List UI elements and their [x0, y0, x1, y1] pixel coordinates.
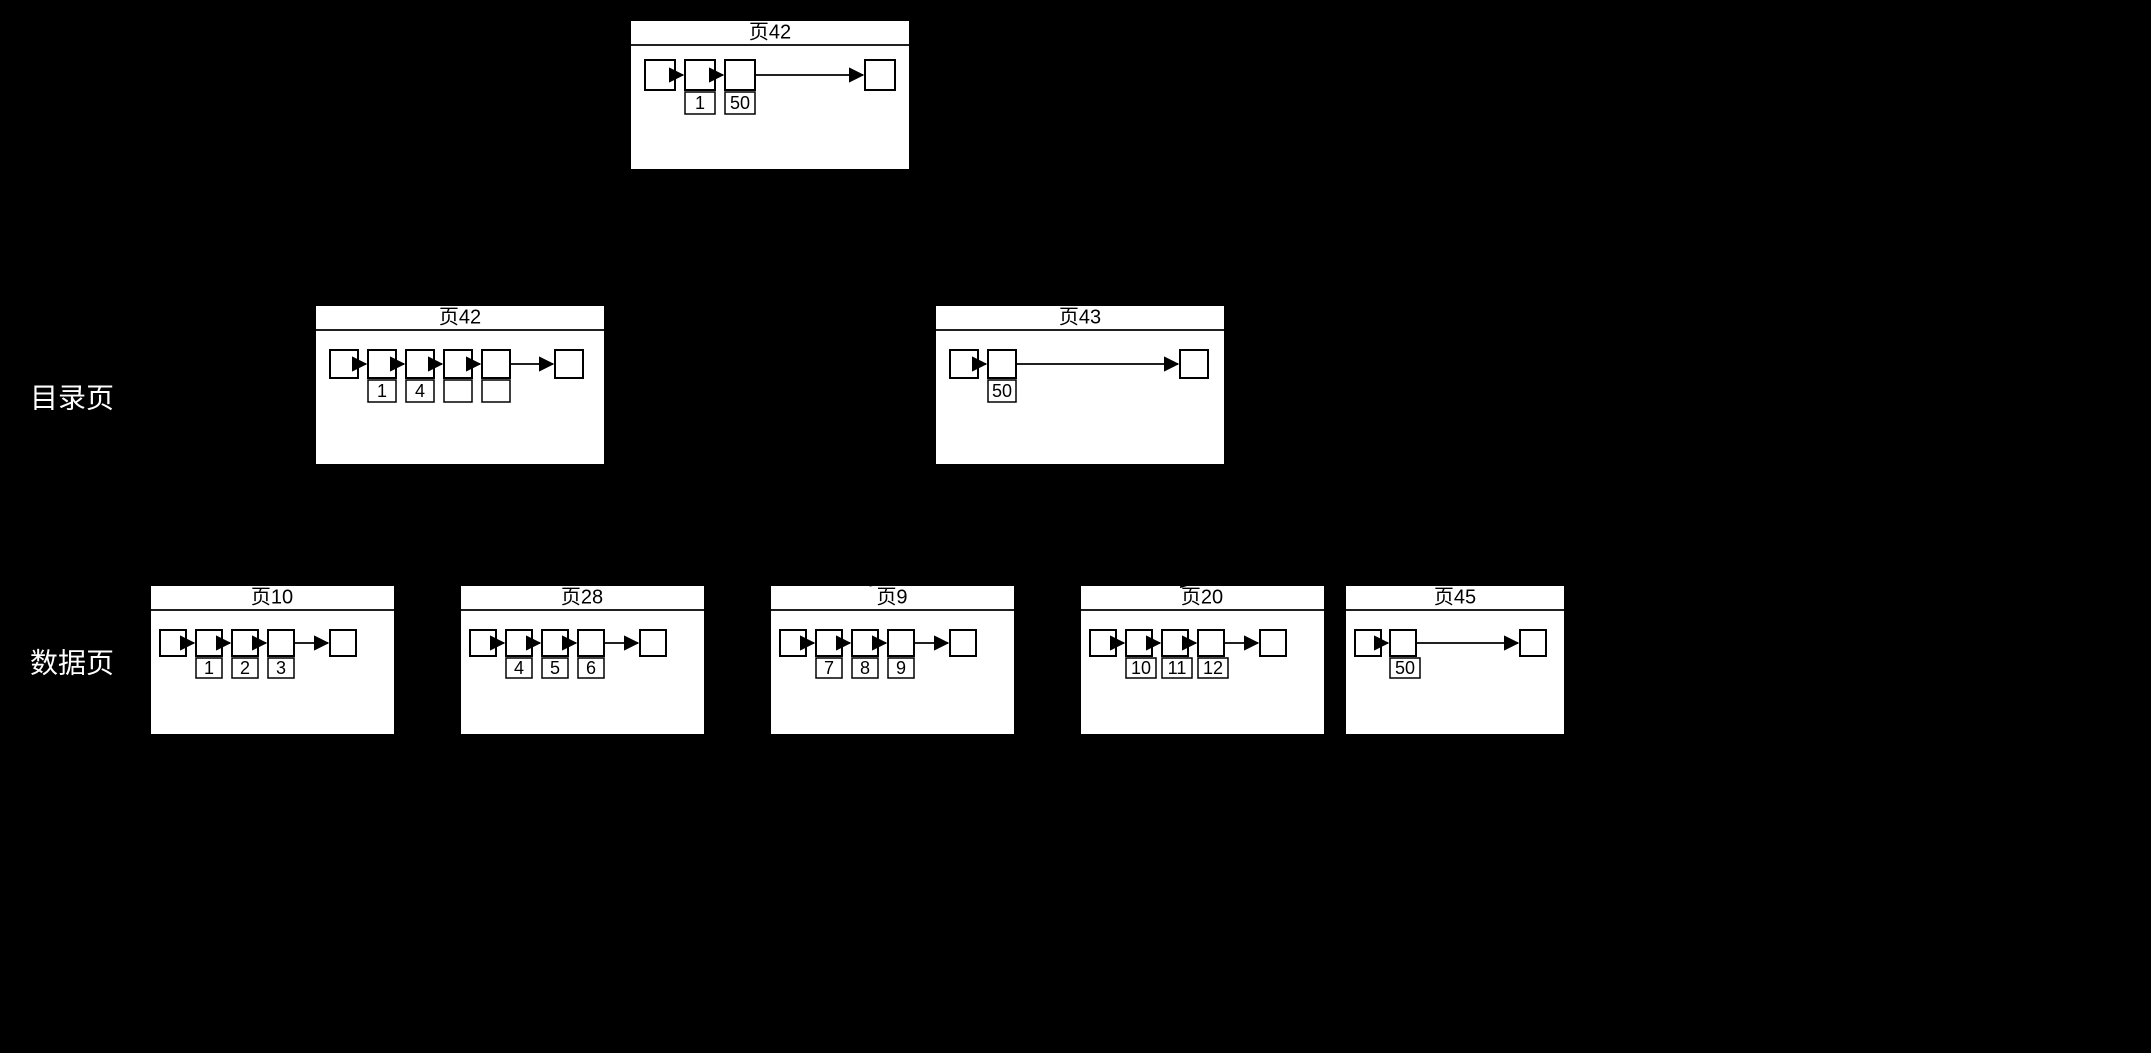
svg-text:1: 1 [695, 93, 705, 113]
svg-text:7: 7 [824, 658, 834, 678]
arrow-mid1-d10 [275, 465, 380, 583]
svg-text:10: 10 [1131, 658, 1151, 678]
svg-text:2: 2 [240, 658, 250, 678]
arrow-mid1-d20 [498, 465, 1195, 583]
panel-mid1: 页42 1 4 [315, 305, 605, 465]
panel-top: 页42 1 50 [630, 20, 910, 170]
arrow-mid1-d28 [420, 465, 575, 583]
arrow-top-mid2 [810, 170, 1075, 303]
svg-text:1: 1 [204, 658, 214, 678]
svg-text:12: 12 [1203, 658, 1223, 678]
diagram: 目录页 数据页 页42 1 50 页42 1 4 页43 50 页10 [0, 0, 2151, 1053]
panel-mid2-title: 页43 [1059, 306, 1101, 328]
label-data: 数据页 [30, 647, 114, 678]
panel-d45: 页45 50 [1345, 585, 1565, 735]
svg-text:4: 4 [514, 658, 524, 678]
svg-text:9: 9 [896, 658, 906, 678]
arrow-top-mid1 [463, 170, 700, 303]
panel-d20: 页20 10 11 12 [1080, 585, 1325, 735]
label-directory: 目录页 [30, 382, 114, 413]
panel-d20-title: 页20 [1181, 586, 1223, 608]
panel-mid1-title: 页42 [439, 306, 481, 328]
panel-d45-title: 页45 [1434, 586, 1476, 608]
panel-top-title: 页42 [749, 21, 791, 43]
panel-mid2: 页43 50 [935, 305, 1225, 465]
arrow-mid2-d45 [1100, 465, 1448, 583]
svg-text:3: 3 [276, 658, 286, 678]
svg-text:6: 6 [586, 658, 596, 678]
svg-text:50: 50 [1395, 658, 1415, 678]
panel-d9: 页9 7 8 9 [770, 585, 1015, 735]
svg-text:50: 50 [992, 381, 1012, 401]
svg-text:50: 50 [730, 93, 750, 113]
panel-d10: 页10 1 2 3 [150, 585, 395, 735]
arrow-mid1-d9 [460, 465, 885, 583]
svg-text:11: 11 [1168, 658, 1187, 678]
panel-d10-title: 页10 [251, 586, 293, 608]
svg-text:8: 8 [860, 658, 870, 678]
svg-text:1: 1 [377, 381, 387, 401]
panel-d28: 页28 4 5 6 [460, 585, 705, 735]
svg-text:4: 4 [415, 381, 425, 401]
panel-d28-title: 页28 [561, 586, 603, 608]
panel-d9-title: 页9 [876, 586, 907, 608]
svg-text:5: 5 [550, 658, 560, 678]
